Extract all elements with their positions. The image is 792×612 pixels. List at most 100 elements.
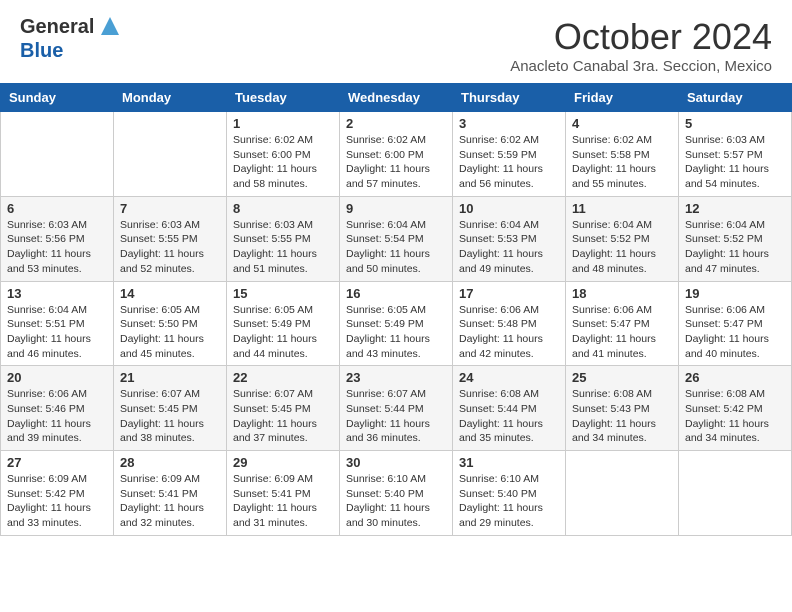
day-number: 15: [233, 286, 333, 301]
day-number: 22: [233, 370, 333, 385]
day-number: 13: [7, 286, 107, 301]
day-info: Sunrise: 6:09 AM Sunset: 5:41 PM Dayligh…: [233, 472, 333, 531]
header: General Blue October 2024 Anacleto Canab…: [0, 0, 792, 83]
day-info: Sunrise: 6:06 AM Sunset: 5:48 PM Dayligh…: [459, 303, 559, 362]
day-number: 10: [459, 201, 559, 216]
day-info: Sunrise: 6:06 AM Sunset: 5:47 PM Dayligh…: [572, 303, 672, 362]
calendar-cell: 4 Sunrise: 6:02 AM Sunset: 5:58 PM Daylig…: [566, 112, 679, 197]
day-number: 19: [685, 286, 785, 301]
title-block: October 2024 Anacleto Canabal 3ra. Secci…: [510, 16, 772, 75]
day-info: Sunrise: 6:09 AM Sunset: 5:41 PM Dayligh…: [120, 472, 220, 531]
day-info: Sunrise: 6:04 AM Sunset: 5:54 PM Dayligh…: [346, 218, 446, 277]
day-info: Sunrise: 6:06 AM Sunset: 5:46 PM Dayligh…: [7, 387, 107, 446]
calendar-cell: 23 Sunrise: 6:07 AM Sunset: 5:44 PM Dayli…: [340, 366, 453, 451]
day-info: Sunrise: 6:06 AM Sunset: 5:47 PM Dayligh…: [685, 303, 785, 362]
day-info: Sunrise: 6:05 AM Sunset: 5:50 PM Dayligh…: [120, 303, 220, 362]
logo: General Blue: [20, 16, 119, 63]
day-number: 20: [7, 370, 107, 385]
calendar-cell: 16Sunrise: 6:05 AM Sunset: 5:49 PM Dayli…: [340, 281, 453, 366]
day-info: Sunrise: 6:02 AM Sunset: 6:00 PM Dayligh…: [346, 133, 446, 192]
day-info: Sunrise: 6:07 AM Sunset: 5:44 PM Dayligh…: [346, 387, 446, 446]
day-number: 4: [572, 116, 672, 131]
calendar-cell: 12 Sunrise: 6:04 AM Sunset: 5:52 PM Dayli…: [679, 196, 792, 281]
calendar-cell: 11Sunrise: 6:04 AM Sunset: 5:52 PM Dayli…: [566, 196, 679, 281]
calendar-cell: 24 Sunrise: 6:08 AM Sunset: 5:44 PM Dayli…: [453, 366, 566, 451]
day-info: Sunrise: 6:04 AM Sunset: 5:52 PM Dayligh…: [685, 218, 785, 277]
day-number: 6: [7, 201, 107, 216]
calendar-cell: 10 Sunrise: 6:04 AM Sunset: 5:53 PM Dayli…: [453, 196, 566, 281]
day-info: Sunrise: 6:07 AM Sunset: 5:45 PM Dayligh…: [233, 387, 333, 446]
month-title: October 2024: [510, 16, 772, 58]
calendar-cell: [566, 451, 679, 536]
calendar-cell: 27 Sunrise: 6:09 AM Sunset: 5:42 PM Dayli…: [1, 451, 114, 536]
day-info: Sunrise: 6:04 AM Sunset: 5:53 PM Dayligh…: [459, 218, 559, 277]
day-number: 29: [233, 455, 333, 470]
calendar-cell: 22 Sunrise: 6:07 AM Sunset: 5:45 PM Dayli…: [227, 366, 340, 451]
day-info: Sunrise: 6:02 AM Sunset: 5:59 PM Dayligh…: [459, 133, 559, 192]
calendar-cell: 26 Sunrise: 6:08 AM Sunset: 5:42 PM Dayli…: [679, 366, 792, 451]
day-number: 26: [685, 370, 785, 385]
day-number: 3: [459, 116, 559, 131]
day-number: 2: [346, 116, 446, 131]
day-info: Sunrise: 6:04 AM Sunset: 5:51 PM Dayligh…: [7, 303, 107, 362]
day-number: 8: [233, 201, 333, 216]
calendar-cell: 20 Sunrise: 6:06 AM Sunset: 5:46 PM Dayli…: [1, 366, 114, 451]
calendar-cell: 30 Sunrise: 6:10 AM Sunset: 5:40 PM Dayli…: [340, 451, 453, 536]
calendar-cell: 8 Sunrise: 6:03 AM Sunset: 5:55 PM Daylig…: [227, 196, 340, 281]
day-number: 30: [346, 455, 446, 470]
calendar-cell: 31Sunrise: 6:10 AM Sunset: 5:40 PM Dayli…: [453, 451, 566, 536]
location-title: Anacleto Canabal 3ra. Seccion, Mexico: [510, 58, 772, 75]
logo-general: General: [20, 16, 94, 38]
col-header-wednesday: Wednesday: [340, 84, 453, 112]
col-header-monday: Monday: [114, 84, 227, 112]
logo-blue: Blue: [20, 40, 63, 62]
day-number: 5: [685, 116, 785, 131]
day-info: Sunrise: 6:03 AM Sunset: 5:55 PM Dayligh…: [233, 218, 333, 277]
day-info: Sunrise: 6:10 AM Sunset: 5:40 PM Dayligh…: [346, 472, 446, 531]
day-number: 18: [572, 286, 672, 301]
calendar-cell: 3 Sunrise: 6:02 AM Sunset: 5:59 PM Daylig…: [453, 112, 566, 197]
day-info: Sunrise: 6:08 AM Sunset: 5:44 PM Dayligh…: [459, 387, 559, 446]
calendar-cell: [114, 112, 227, 197]
day-info: Sunrise: 6:08 AM Sunset: 5:42 PM Dayligh…: [685, 387, 785, 446]
calendar-cell: 29 Sunrise: 6:09 AM Sunset: 5:41 PM Dayli…: [227, 451, 340, 536]
day-number: 23: [346, 370, 446, 385]
day-number: 25: [572, 370, 672, 385]
calendar-cell: 17 Sunrise: 6:06 AM Sunset: 5:48 PM Dayli…: [453, 281, 566, 366]
day-number: 17: [459, 286, 559, 301]
calendar-cell: 14 Sunrise: 6:05 AM Sunset: 5:50 PM Dayli…: [114, 281, 227, 366]
day-number: 9: [346, 201, 446, 216]
day-info: Sunrise: 6:08 AM Sunset: 5:43 PM Dayligh…: [572, 387, 672, 446]
day-info: Sunrise: 6:05 AM Sunset: 5:49 PM Dayligh…: [233, 303, 333, 362]
day-number: 24: [459, 370, 559, 385]
day-info: Sunrise: 6:03 AM Sunset: 5:55 PM Dayligh…: [120, 218, 220, 277]
day-number: 12: [685, 201, 785, 216]
calendar-cell: 19 Sunrise: 6:06 AM Sunset: 5:47 PM Dayli…: [679, 281, 792, 366]
day-info: Sunrise: 6:03 AM Sunset: 5:57 PM Dayligh…: [685, 133, 785, 192]
calendar-cell: [1, 112, 114, 197]
calendar-cell: 2 Sunrise: 6:02 AM Sunset: 6:00 PM Daylig…: [340, 112, 453, 197]
day-number: 16: [346, 286, 446, 301]
col-header-sunday: Sunday: [1, 84, 114, 112]
col-header-thursday: Thursday: [453, 84, 566, 112]
calendar-cell: 25 Sunrise: 6:08 AM Sunset: 5:43 PM Dayli…: [566, 366, 679, 451]
calendar-cell: 15 Sunrise: 6:05 AM Sunset: 5:49 PM Dayli…: [227, 281, 340, 366]
day-info: Sunrise: 6:09 AM Sunset: 5:42 PM Dayligh…: [7, 472, 107, 531]
calendar-cell: 6 Sunrise: 6:03 AM Sunset: 5:56 PM Daylig…: [1, 196, 114, 281]
day-number: 14: [120, 286, 220, 301]
calendar-cell: 18 Sunrise: 6:06 AM Sunset: 5:47 PM Dayli…: [566, 281, 679, 366]
day-info: Sunrise: 6:07 AM Sunset: 5:45 PM Dayligh…: [120, 387, 220, 446]
col-header-tuesday: Tuesday: [227, 84, 340, 112]
calendar: SundayMondayTuesdayWednesdayThursdayFrid…: [0, 83, 792, 536]
day-number: 28: [120, 455, 220, 470]
calendar-cell: 9 Sunrise: 6:04 AM Sunset: 5:54 PM Daylig…: [340, 196, 453, 281]
col-header-saturday: Saturday: [679, 84, 792, 112]
day-number: 7: [120, 201, 220, 216]
day-info: Sunrise: 6:03 AM Sunset: 5:56 PM Dayligh…: [7, 218, 107, 277]
day-number: 27: [7, 455, 107, 470]
day-info: Sunrise: 6:02 AM Sunset: 5:58 PM Dayligh…: [572, 133, 672, 192]
calendar-cell: 5 Sunrise: 6:03 AM Sunset: 5:57 PM Daylig…: [679, 112, 792, 197]
day-number: 21: [120, 370, 220, 385]
col-header-friday: Friday: [566, 84, 679, 112]
calendar-cell: 21 Sunrise: 6:07 AM Sunset: 5:45 PM Dayli…: [114, 366, 227, 451]
